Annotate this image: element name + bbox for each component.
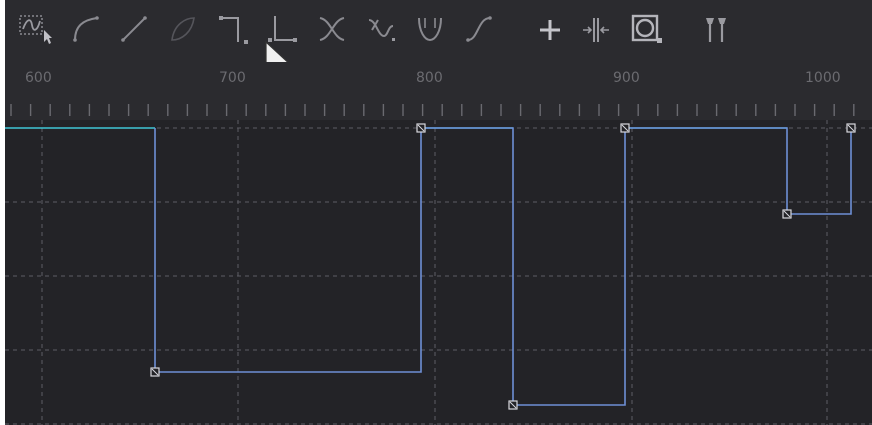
- loop-tool-icon[interactable]: [415, 12, 445, 46]
- ruler-label-800: 800: [416, 70, 443, 86]
- toolbar: [5, 0, 872, 83]
- keyframe-handle[interactable]: [846, 123, 856, 133]
- keyframe-handle[interactable]: [416, 123, 426, 133]
- curve-editor: 600 700 800 900 1000: [5, 0, 872, 425]
- smooth-curve-tool-icon[interactable]: [71, 12, 101, 46]
- select-curve-tool-icon[interactable]: [18, 12, 52, 46]
- timeline-ruler[interactable]: 600 700 800 900 1000: [5, 62, 872, 120]
- ruler-ticks: [10, 104, 855, 116]
- ruler-label-700: 700: [219, 70, 246, 86]
- bezier-tool-icon[interactable]: [168, 12, 198, 46]
- flip-tool-icon[interactable]: [317, 12, 347, 46]
- show-keyframes-icon[interactable]: [631, 12, 662, 46]
- keyframe-handle[interactable]: [620, 123, 630, 133]
- step-in-tool-icon[interactable]: [218, 12, 248, 46]
- graph-canvas[interactable]: [5, 120, 872, 425]
- ruler-label-900: 900: [613, 70, 640, 86]
- keyframe-handle[interactable]: [782, 209, 792, 219]
- reverse-tool-icon[interactable]: [366, 12, 396, 46]
- ruler-label-600: 600: [25, 70, 52, 86]
- linear-tool-icon[interactable]: [119, 12, 149, 46]
- keyframe-handle[interactable]: [508, 400, 518, 410]
- add-keyframe-icon[interactable]: [535, 12, 565, 46]
- graph-area[interactable]: [5, 120, 872, 425]
- pin-icon[interactable]: [702, 12, 732, 46]
- step-curve[interactable]: [154, 127, 852, 406]
- fit-icon[interactable]: [581, 12, 611, 46]
- keyframe-handle[interactable]: [150, 367, 160, 377]
- ease-tool-icon[interactable]: [464, 12, 494, 46]
- ruler-label-1000: 1000: [805, 70, 841, 86]
